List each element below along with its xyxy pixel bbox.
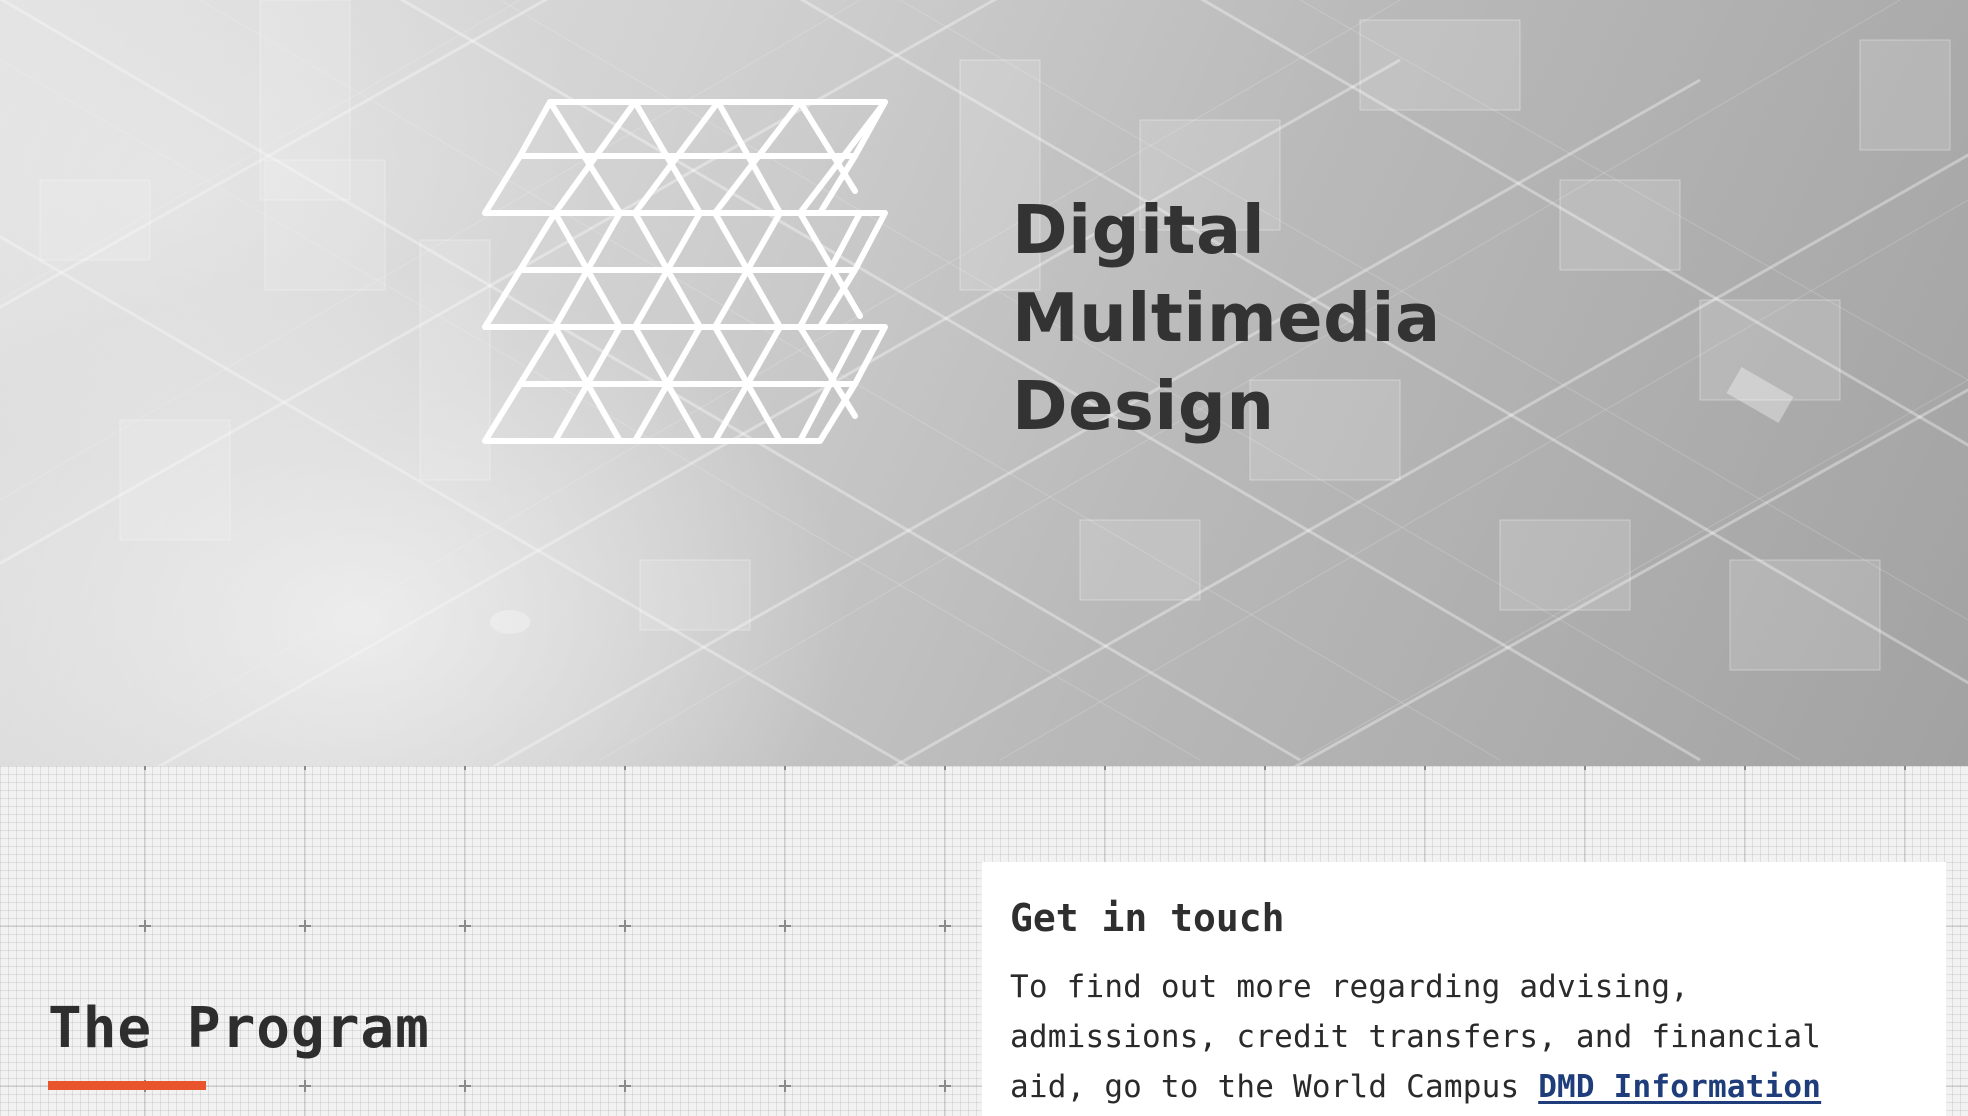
contact-text-line-3: aid, go to the World Campus DMD Informat… bbox=[1010, 1062, 1930, 1112]
contact-paragraph: To find out more regarding advising, adm… bbox=[1010, 962, 1930, 1112]
contact-text-line-1: To find out more regarding advising, bbox=[1010, 969, 1690, 1005]
site-title: Digital Multimedia Design bbox=[1012, 186, 1441, 450]
contact-text-line-2: admissions, credit transfers, and financ… bbox=[1010, 1019, 1822, 1055]
contact-card: Get in touch To find out more regarding … bbox=[982, 862, 1946, 1116]
program-heading-underline bbox=[48, 1081, 206, 1090]
title-line-digital: Digital bbox=[1012, 191, 1266, 269]
contact-heading: Get in touch bbox=[1010, 896, 1285, 940]
title-line-multimedia: Multimedia bbox=[1012, 279, 1441, 357]
hero-light-overlay bbox=[0, 0, 1968, 766]
contact-text-line-3-prefix: aid, go to the World Campus bbox=[1010, 1069, 1539, 1105]
dmd-information-link[interactable]: DMD Information bbox=[1538, 1069, 1821, 1105]
hero-banner: Digital Multimedia Design bbox=[0, 0, 1968, 766]
title-line-design: Design bbox=[1012, 367, 1275, 445]
program-section: The Program Get in touch To find out mor… bbox=[0, 766, 1968, 1116]
triangle-grid-logo-icon bbox=[482, 99, 888, 444]
program-heading: The Program bbox=[48, 996, 430, 1061]
